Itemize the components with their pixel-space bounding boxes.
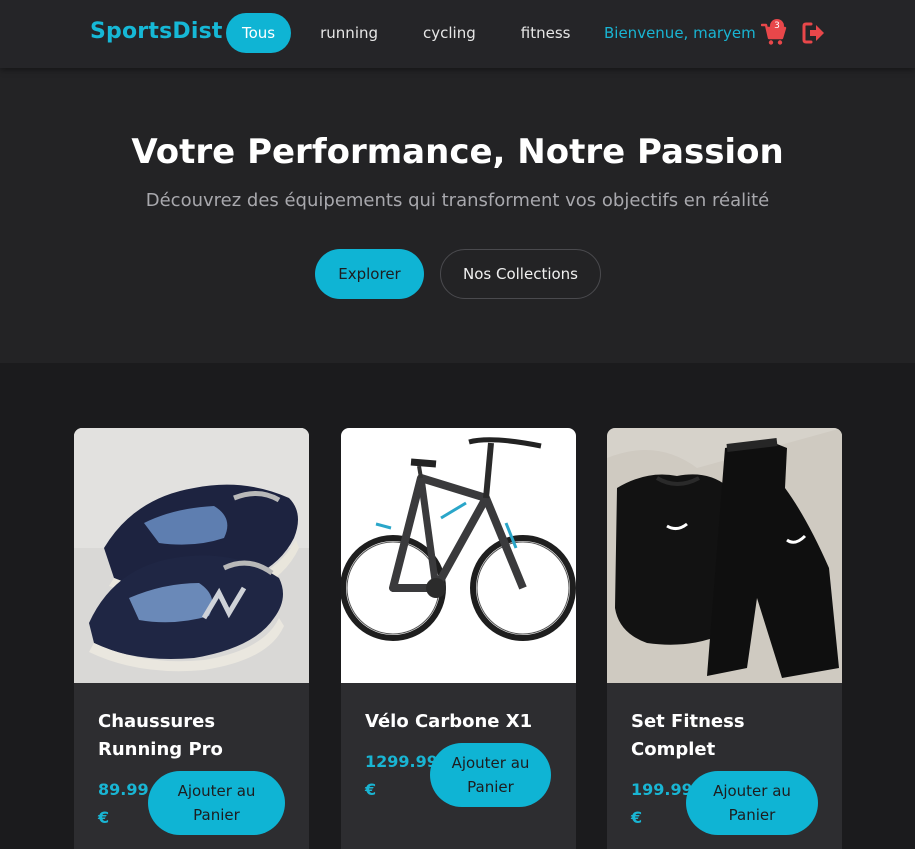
product-price: 89.99 €	[98, 776, 149, 832]
collections-button[interactable]: Nos Collections	[440, 249, 601, 299]
hero-subtitle: Découvrez des équipements qui transforme…	[145, 190, 770, 211]
bicycle-photo[interactable]	[341, 428, 576, 683]
product-price: 199.99 €	[631, 776, 693, 832]
add-to-cart-label-line2: Panier	[728, 806, 776, 824]
add-to-cart-label-line1: Ajouter au	[713, 782, 791, 800]
cart-button[interactable]: 3	[760, 19, 787, 46]
add-to-cart-label-line1: Ajouter au	[451, 754, 530, 772]
explore-button[interactable]: Explorer	[315, 249, 424, 299]
add-to-cart-label-line2: Panier	[193, 806, 240, 824]
product-title: Chaussures Running Pro	[98, 711, 223, 760]
product-card: Chaussures Running Pro 89.99 € Ajouter a…	[74, 428, 309, 849]
nav-link-fitness[interactable]: fitness	[505, 13, 587, 53]
price-value: 1299.99	[365, 752, 438, 771]
product-title: Set Fitness Complet	[631, 711, 745, 760]
add-to-cart-button[interactable]: Ajouter au Panier	[430, 743, 551, 807]
add-to-cart-button[interactable]: Ajouter au Panier	[148, 771, 285, 835]
price-value: 89.99	[98, 780, 149, 799]
nav-link-cycling[interactable]: cycling	[407, 13, 492, 53]
price-currency: €	[631, 808, 643, 827]
add-to-cart-label-line2: Panier	[467, 778, 514, 796]
product-price: 1299.99 €	[365, 748, 438, 804]
price-currency: €	[98, 808, 110, 827]
nav-links: Tous running cycling fitness	[226, 13, 599, 53]
tracksuit-photo[interactable]	[607, 428, 842, 683]
navbar: SportsDist Tous running cycling fitness …	[0, 0, 915, 68]
logout-icon	[802, 22, 824, 44]
hero-section: Votre Performance, Notre Passion Découvr…	[0, 68, 915, 363]
nav-link-tous[interactable]: Tous	[226, 13, 292, 53]
price-value: 199.99	[631, 780, 693, 799]
price-currency: €	[365, 780, 377, 799]
product-card: Vélo Carbone X1 1299.99 € Ajouter au Pan…	[341, 428, 576, 849]
sneakers-photo[interactable]	[74, 428, 309, 683]
add-to-cart-label-line1: Ajouter au	[177, 782, 256, 800]
brand-logo[interactable]: SportsDist	[90, 19, 223, 44]
welcome-text: Bienvenue, maryem	[604, 24, 756, 42]
cart-count-badge: 3	[770, 19, 784, 33]
logout-button[interactable]	[802, 22, 826, 44]
nav-link-running[interactable]: running	[304, 13, 394, 53]
product-title: Vélo Carbone X1	[365, 711, 533, 732]
product-card: Set Fitness Complet 199.99 € Ajouter au …	[607, 428, 842, 849]
hero-title: Votre Performance, Notre Passion	[131, 132, 784, 172]
add-to-cart-button[interactable]: Ajouter au Panier	[686, 771, 818, 835]
